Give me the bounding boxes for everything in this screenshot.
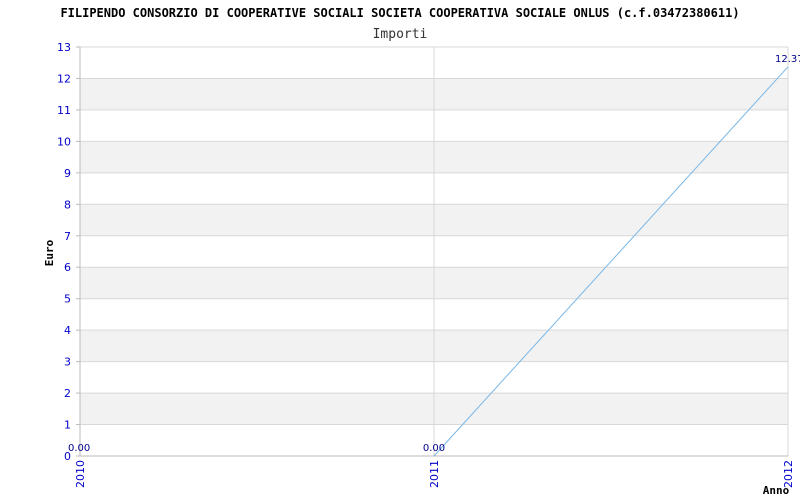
y-tick-label: 4 [64,324,71,337]
y-tick-label: 3 [64,356,71,369]
chart-title: FILIPENDO CONSORZIO DI COOPERATIVE SOCIA… [60,6,739,20]
line-chart: FILIPENDO CONSORZIO DI COOPERATIVE SOCIA… [43,6,800,497]
chart-subtitle: Importi [373,27,428,42]
y-tick-label: 11 [57,104,71,117]
y-tick-label: 7 [64,230,71,243]
y-tick-label: 1 [64,419,71,432]
data-label: 12.37 [775,54,800,65]
y-axis-label: Euro [43,239,56,266]
y-tick-label: 8 [64,198,71,211]
chart: FILIPENDO CONSORZIO DI COOPERATIVE SOCIA… [0,0,800,500]
y-tick-label: 6 [64,261,71,274]
y-axis-ticks: 012345678910111213 [57,41,80,463]
data-label: 0.00 [423,443,445,454]
data-label: 0.00 [68,443,90,454]
y-tick-label: 9 [64,167,71,180]
y-tick-label: 2 [64,387,71,400]
x-axis-ticks: 2010 2011 2012 [74,460,795,488]
y-tick-label: 13 [57,41,71,54]
x-tick-label: 2011 [428,460,441,488]
y-tick-label: 5 [64,293,71,306]
y-tick-label: 10 [57,135,71,148]
x-axis-label: Anno [763,484,790,497]
y-tick-label: 12 [57,72,71,85]
x-tick-label: 2010 [74,460,87,488]
